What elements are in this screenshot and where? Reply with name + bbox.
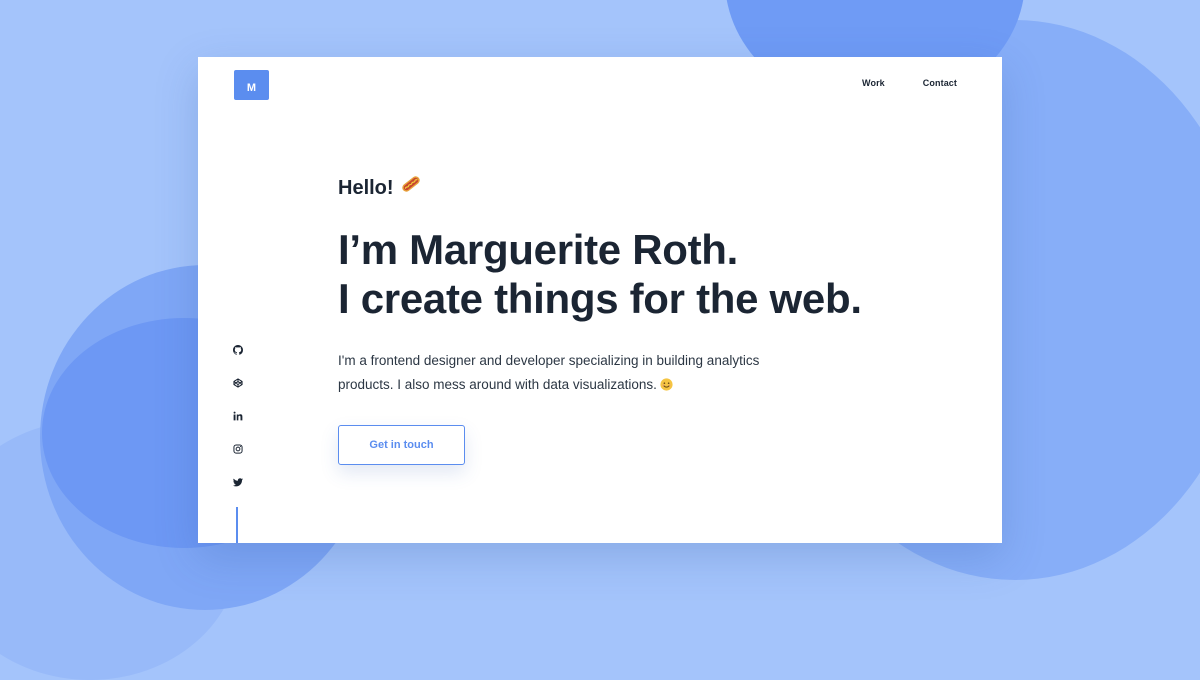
bio-paragraph: I'm a frontend designer and developer sp…	[338, 349, 798, 399]
codepen-icon[interactable]	[232, 377, 244, 389]
headline-line-2: I create things for the web.	[338, 275, 862, 322]
linkedin-icon[interactable]	[232, 410, 244, 422]
github-icon[interactable]	[232, 344, 244, 356]
greeting: Hello!	[338, 174, 958, 201]
browser-window: M Work Contact Hello! I’m Marguerite Rot…	[198, 57, 1002, 543]
page-title: I’m Marguerite Roth. I create things for…	[338, 225, 958, 323]
hotdog-icon	[400, 174, 422, 201]
social-divider-line	[236, 507, 238, 543]
social-links	[231, 344, 245, 509]
headline-line-1: I’m Marguerite Roth.	[338, 226, 739, 273]
bio-text: I'm a frontend designer and developer sp…	[338, 353, 760, 392]
nav-link-contact[interactable]: Contact	[923, 78, 957, 88]
logo-letter: M	[246, 81, 257, 94]
hero-section: Hello! I’m Marguerite Roth. I create thi…	[338, 174, 958, 465]
instagram-icon[interactable]	[232, 443, 244, 455]
top-nav: Work Contact	[862, 78, 957, 88]
logo-button[interactable]: M	[234, 70, 269, 100]
nav-link-work[interactable]: Work	[862, 78, 885, 88]
greeting-text: Hello!	[338, 176, 394, 199]
twitter-icon[interactable]	[232, 476, 244, 488]
get-in-touch-button[interactable]: Get in touch	[338, 425, 465, 465]
smiling-face-icon	[660, 375, 673, 399]
